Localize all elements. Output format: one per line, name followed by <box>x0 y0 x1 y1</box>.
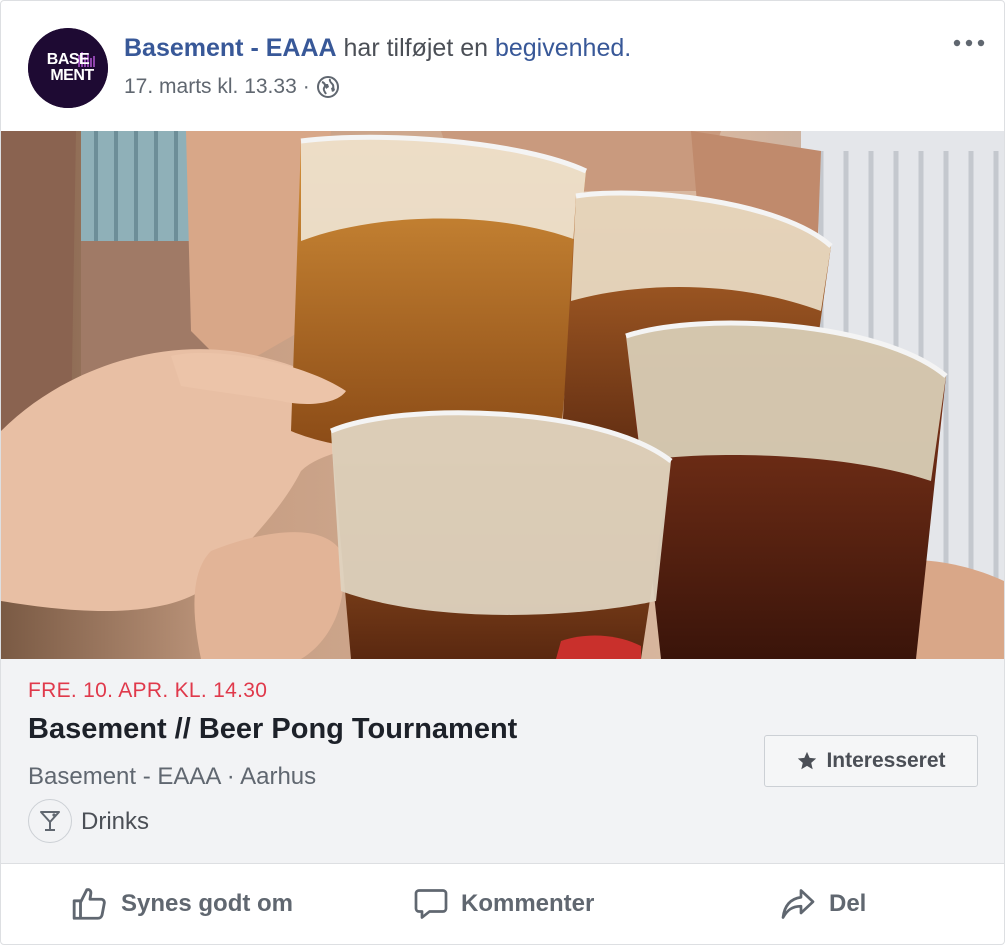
beer-glasses-image <box>1 131 1004 659</box>
share-label: Del <box>829 890 867 917</box>
event-post-card: BASE MENT Basement - EAAA har tilføjet e… <box>0 0 1005 945</box>
event-title[interactable]: Basement // Beer Pong Tournament <box>28 713 517 746</box>
comment-icon <box>414 889 448 919</box>
like-button[interactable]: Synes godt om <box>71 864 293 944</box>
thumbs-up-icon <box>72 888 106 920</box>
meta-separator: · <box>302 75 310 98</box>
action-text: har tilføjet en <box>336 34 495 62</box>
interested-label: Interesseret <box>826 749 946 772</box>
more-options-icon[interactable] <box>951 31 991 55</box>
event-location: Basement - EAAA · Aarhus <box>28 763 317 790</box>
post-actions: Synes godt om Kommenter Del <box>1 864 1004 944</box>
interested-button[interactable]: Interesseret <box>764 735 978 787</box>
avatar-logo-text-2: MENT <box>50 67 94 84</box>
event-cover-photo[interactable] <box>1 131 1004 659</box>
post-meta: 17. marts kl. 13.33 · <box>124 75 340 99</box>
event-date: FRE. 10. APR. KL. 14.30 <box>28 679 268 702</box>
page-avatar[interactable]: BASE MENT <box>28 28 108 108</box>
cocktail-icon <box>28 799 72 843</box>
like-label: Synes godt om <box>121 890 294 917</box>
post-timestamp[interactable]: 17. marts kl. 13.33 <box>124 75 297 99</box>
comment-label: Kommenter <box>461 890 595 917</box>
event-details: FRE. 10. APR. KL. 14.30 Basement // Beer… <box>1 659 1004 864</box>
globe-icon[interactable] <box>316 75 340 99</box>
page-name-link[interactable]: Basement - EAAA <box>124 34 337 62</box>
share-button[interactable]: Del <box>779 864 866 944</box>
event-link[interactable]: begivenhed. <box>495 34 631 62</box>
post-headline: Basement - EAAA har tilføjet en begivenh… <box>124 34 631 63</box>
share-icon <box>781 889 815 919</box>
post-header: BASE MENT Basement - EAAA har tilføjet e… <box>1 1 1004 131</box>
comment-button[interactable]: Kommenter <box>413 864 594 944</box>
event-category: Drinks <box>81 808 150 835</box>
star-icon <box>798 751 817 770</box>
avatar-logo-text-1: BASE <box>46 51 90 68</box>
